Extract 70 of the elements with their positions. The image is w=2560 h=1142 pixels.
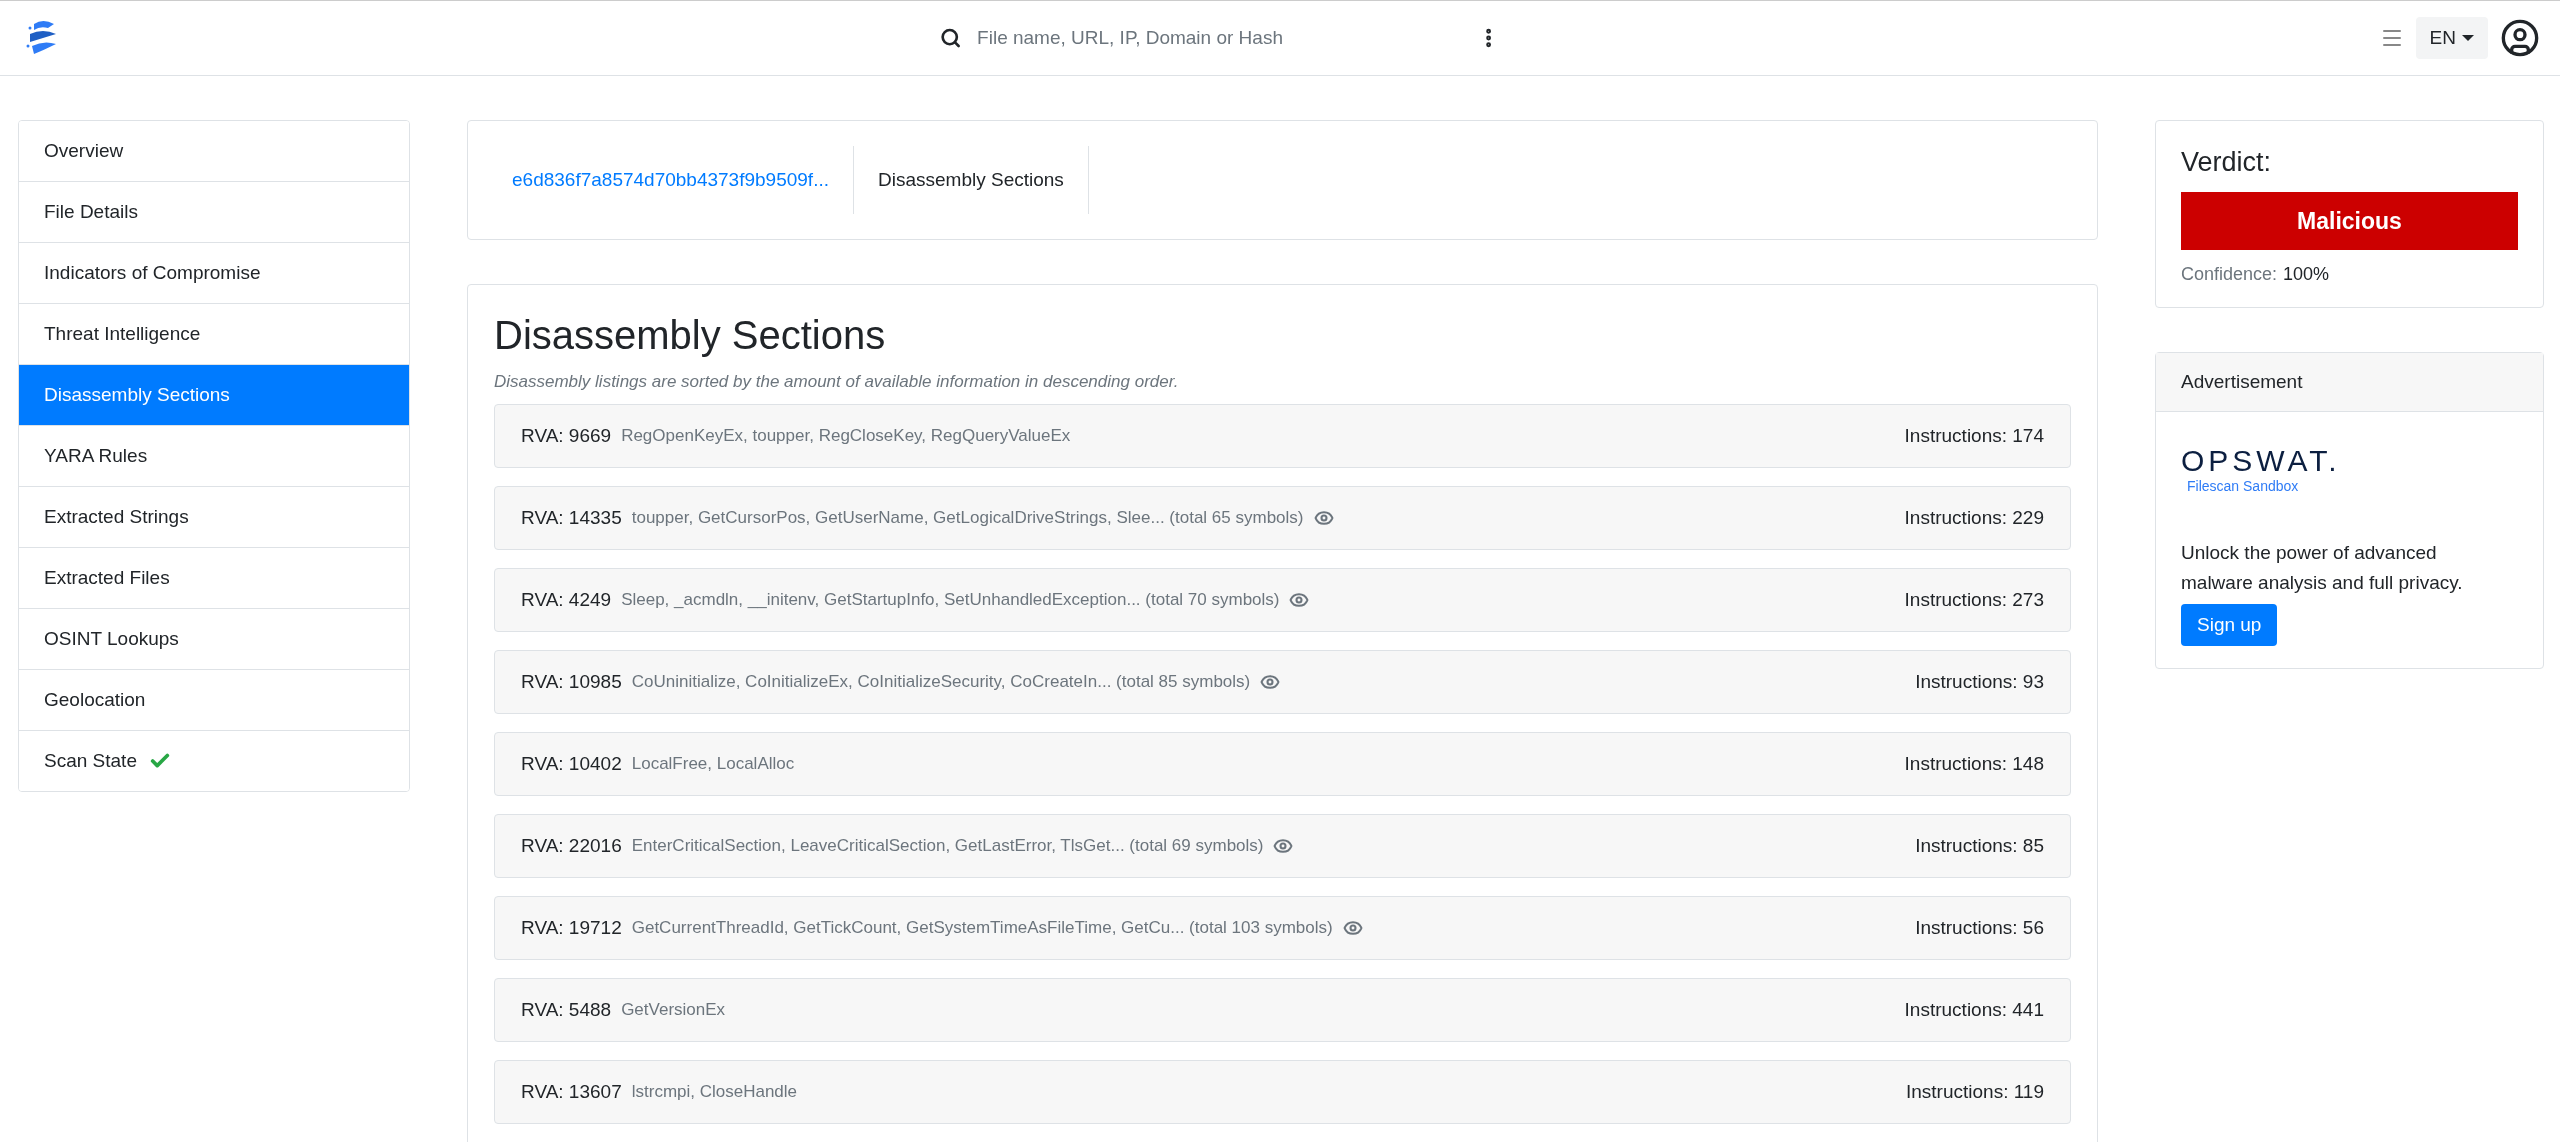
- rva-label: RVA: 4249: [521, 589, 612, 611]
- symbol-list: lstrcmpi, CloseHandle: [631, 1082, 798, 1102]
- product-name: Filescan Sandbox: [2187, 478, 2300, 494]
- advertisement-header: Advertisement: [2156, 353, 2543, 412]
- user-avatar-icon[interactable]: [2500, 18, 2540, 58]
- rva-label: RVA: 9669: [521, 425, 612, 447]
- rva-label: RVA: 22016: [521, 835, 622, 857]
- eye-icon[interactable]: [1289, 590, 1310, 610]
- instruction-count: Instructions: 273: [1904, 589, 2044, 611]
- verdict-badge: Malicious: [2181, 192, 2518, 250]
- eye-icon[interactable]: [1260, 672, 1281, 692]
- sidebar-item[interactable]: Scan State: [19, 730, 409, 791]
- instruction-count: Instructions: 56: [1915, 917, 2044, 939]
- section-title: Disassembly Sections: [494, 313, 887, 358]
- symbol-list: GetCurrentThreadId, GetTickCount, GetSystemTimeAsFileTime, GetCu... (total 103 symbols): [631, 918, 1333, 938]
- sidebar-label: OSINT Lookups: [44, 628, 179, 650]
- sidebar-label: YARA Rules: [44, 445, 148, 467]
- instruction-count: Instructions: 119: [1906, 1081, 2044, 1103]
- section-note: Disassembly listings are sorted by the amount of available information in descending order.: [494, 372, 1180, 392]
- eye-icon[interactable]: [1273, 836, 1294, 856]
- breadcrumb-link[interactable]: e6d836f7a8574d70bb4373f9b9509f...: [468, 146, 854, 214]
- symbol-list: RegOpenKeyEx, toupper, RegCloseKey, RegQueryValueEx: [621, 426, 1071, 446]
- section-row[interactable]: RVA: 5488 GetVersionEx Instructions: 441: [494, 978, 2071, 1042]
- rva-label: RVA: 19712: [521, 917, 622, 939]
- search-icon[interactable]: [939, 27, 962, 49]
- instruction-count: Instructions: 148: [1904, 753, 2044, 775]
- sidebar-label: Geolocation: [44, 689, 146, 711]
- eye-icon[interactable]: [1342, 918, 1363, 938]
- confidence-label: Confidence:: [2181, 264, 2278, 285]
- sidebar-label: Extracted Strings: [44, 506, 189, 528]
- brand-logo: OPSWAT.: [2181, 444, 2342, 478]
- section-row[interactable]: RVA: 14335 toupper, GetCursorPos, GetUserName, GetLogicalDriveStrings, Slee... (total 65 symbols) Instructions: 229: [494, 486, 2071, 550]
- breadcrumb-current-page: Disassembly Sections: [854, 146, 1089, 214]
- section-row[interactable]: RVA: 4249 Sleep, _acmdln, __initenv, GetStartupInfo, SetUnhandledException... (total 70 symbols) Instructions: 273: [494, 568, 2071, 632]
- sidebar-label: Extracted Files: [44, 567, 170, 589]
- rva-label: RVA: 13607: [521, 1081, 622, 1103]
- symbol-list: EnterCriticalSection, LeaveCriticalSection, GetLastError, TlsGet... (total 69 symbols): [631, 836, 1264, 856]
- sign-up-button[interactable]: Sign up: [2181, 604, 2278, 646]
- rva-label: RVA: 5488: [521, 999, 612, 1021]
- section-row[interactable]: RVA: 10402 LocalFree, LocalAlloc Instructions: 148: [494, 732, 2071, 796]
- advertisement-text: Unlock the power of advanced malware analysis and full privacy.: [2181, 541, 2464, 595]
- section-row[interactable]: RVA: 9669 RegOpenKeyEx, toupper, RegCloseKey, RegQueryValueEx Instructions: 174: [494, 404, 2071, 468]
- language-dropdown[interactable]: EN: [2415, 17, 2488, 59]
- eye-icon[interactable]: [1313, 508, 1334, 528]
- verdict-title: Verdict:: [2181, 147, 2273, 178]
- sidebar-label: Indicators of Compromise: [44, 262, 261, 284]
- instruction-count: Instructions: 174: [1904, 425, 2044, 447]
- sidebar-label: Threat Intelligence: [44, 323, 201, 345]
- symbol-list: CoUninitialize, CoInitializeEx, CoInitializeSecurity, CoCreateIn... (total 85 symbols): [631, 672, 1251, 692]
- sidebar-label: File Details: [44, 201, 138, 223]
- rva-label: RVA: 10402: [521, 753, 622, 775]
- sidebar-item[interactable]: Disassembly Sections: [19, 364, 409, 425]
- instruction-count: Instructions: 441: [1904, 999, 2044, 1021]
- rva-label: RVA: 14335: [521, 507, 622, 529]
- section-row[interactable]: RVA: 22016 EnterCriticalSection, LeaveCriticalSection, GetLastError, TlsGet... (total 69 symbols) Instructions: 85: [494, 814, 2071, 878]
- symbol-list: Sleep, _acmdln, __initenv, GetStartupInfo, SetUnhandledException... (total 70 symbols): [621, 590, 1280, 610]
- section-row[interactable]: RVA: 13607 lstrcmpi, CloseHandle Instructions: 119: [494, 1060, 2071, 1124]
- symbol-list: GetVersionEx: [621, 1000, 726, 1020]
- sidebar-label: Disassembly Sections: [44, 384, 230, 406]
- symbol-list: toupper, GetCursorPos, GetUserName, GetLogicalDriveStrings, Slee... (total 65 symbols): [631, 508, 1304, 528]
- section-row[interactable]: RVA: 10985 CoUninitialize, CoInitializeEx, CoInitializeSecurity, CoCreateIn... (total 85 symbols) Instructions: 93: [494, 650, 2071, 714]
- instruction-count: Instructions: 93: [1915, 671, 2044, 693]
- sidebar-label: Overview: [44, 140, 124, 162]
- confidence-value: 100%: [2283, 264, 2330, 285]
- symbol-list: LocalFree, LocalAlloc: [631, 754, 795, 774]
- rva-label: RVA: 10985: [521, 671, 622, 693]
- sidebar-label: Scan State: [44, 750, 137, 772]
- instruction-count: Instructions: 229: [1904, 507, 2044, 529]
- section-row[interactable]: RVA: 19712 GetCurrentThreadId, GetTickCount, GetSystemTimeAsFileTime, GetCu... (total 103 symbols) Instructions: 56: [494, 896, 2071, 960]
- instruction-count: Instructions: 85: [1915, 835, 2044, 857]
